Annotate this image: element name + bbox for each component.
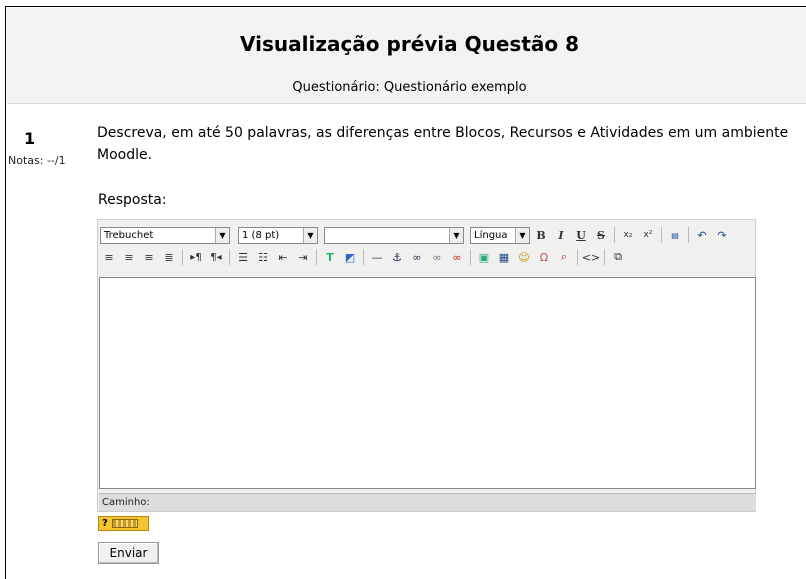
- language-value: Língua: [474, 229, 508, 241]
- editor-toolbar-row-2: ≡ ≡ ≡ ≣ ▸¶ ¶◂ ☰ ☷ ⇤ ⇥ T ◩ — ⚓ ∞ ∞ ∞ ▣ ▦ …: [100, 247, 627, 267]
- toolbar-separator: [604, 249, 605, 265]
- paste-word-icon[interactable]: ▤: [666, 226, 684, 244]
- chevron-down-icon: ▼: [303, 227, 317, 243]
- editor-toolbar-row-1: Trebuchet ▼ 1 (8 pt) ▼ ▼ Língua ▼ B I U …: [100, 225, 731, 245]
- nolink-icon[interactable]: ∞: [448, 248, 466, 266]
- font-family-select[interactable]: Trebuchet ▼: [100, 226, 230, 244]
- background-color-icon[interactable]: ◩: [341, 248, 359, 266]
- redo-icon[interactable]: ↷: [713, 226, 731, 244]
- subscript-icon[interactable]: x₂: [619, 226, 637, 244]
- image-icon[interactable]: ▣: [475, 248, 493, 266]
- question-number: 1: [24, 129, 36, 148]
- toolbar-separator: [688, 227, 689, 243]
- preview-header: Visualização prévia Questão 8 Questionár…: [7, 8, 806, 104]
- italic-icon[interactable]: I: [552, 226, 570, 244]
- chevron-down-icon: ▼: [215, 227, 229, 243]
- align-justify-icon[interactable]: ≣: [160, 248, 178, 266]
- search-replace-icon[interactable]: ⌕: [555, 248, 573, 266]
- question-text: Descreva, em até 50 palavras, as diferen…: [97, 125, 789, 163]
- chevron-down-icon: ▼: [515, 227, 529, 243]
- align-left-icon[interactable]: ≡: [100, 248, 118, 266]
- outdent-icon[interactable]: ⇤: [274, 248, 292, 266]
- page-title: Visualização prévia Questão 8: [239, 32, 579, 56]
- link-icon[interactable]: ∞: [408, 248, 426, 266]
- chevron-down-icon: ▼: [449, 227, 463, 243]
- ordered-list-icon[interactable]: ☰: [234, 248, 252, 266]
- quiz-subtitle: Questionário: Questionário exemplo: [292, 80, 527, 95]
- anchor-icon[interactable]: ⚓: [388, 248, 406, 266]
- unlink-icon[interactable]: ∞: [428, 248, 446, 266]
- language-select[interactable]: Língua ▼: [470, 226, 530, 244]
- style-select[interactable]: ▼: [324, 226, 464, 244]
- undo-icon[interactable]: ↶: [693, 226, 711, 244]
- answer-text-area[interactable]: [99, 277, 756, 489]
- bold-icon[interactable]: B: [532, 226, 550, 244]
- font-family-value: Trebuchet: [104, 229, 154, 241]
- rtl-icon[interactable]: ¶◂: [207, 248, 225, 266]
- fullscreen-icon[interactable]: ⧉: [609, 248, 627, 266]
- submit-button[interactable]: Enviar: [98, 542, 159, 564]
- indent-icon[interactable]: ⇥: [294, 248, 312, 266]
- text-color-icon[interactable]: T: [321, 248, 339, 266]
- align-right-icon[interactable]: ≡: [140, 248, 158, 266]
- ltr-icon[interactable]: ▸¶: [187, 248, 205, 266]
- help-icon: ?: [102, 518, 108, 529]
- underline-icon[interactable]: U: [572, 226, 590, 244]
- align-center-icon[interactable]: ≡: [120, 248, 138, 266]
- toolbar-separator: [661, 227, 662, 243]
- strikethrough-icon[interactable]: S: [592, 226, 610, 244]
- toolbar-separator: [614, 227, 615, 243]
- html-source-icon[interactable]: <>: [582, 248, 600, 266]
- toolbar-separator: [182, 249, 183, 265]
- unordered-list-icon[interactable]: ☷: [254, 248, 272, 266]
- superscript-icon[interactable]: x²: [639, 226, 657, 244]
- toolbar-separator: [577, 249, 578, 265]
- question-marks: Notas: --/1: [8, 154, 66, 167]
- html-editor: Trebuchet ▼ 1 (8 pt) ▼ ▼ Língua ▼ B I U …: [97, 219, 756, 512]
- table-icon[interactable]: ▦: [495, 248, 513, 266]
- keyboard-help-button[interactable]: ?: [98, 516, 149, 531]
- toolbar-separator: [363, 249, 364, 265]
- editor-path-bar: Caminho:: [99, 493, 756, 511]
- font-size-select[interactable]: 1 (8 pt) ▼: [238, 226, 318, 244]
- answer-label: Resposta:: [98, 192, 167, 208]
- toolbar-separator: [470, 249, 471, 265]
- keyboard-icon: [111, 519, 138, 528]
- toolbar-separator: [316, 249, 317, 265]
- horizontal-rule-icon[interactable]: —: [368, 248, 386, 266]
- toolbar-separator: [229, 249, 230, 265]
- special-char-icon[interactable]: Ω: [535, 248, 553, 266]
- smiley-icon[interactable]: ☺: [515, 248, 533, 266]
- font-size-value: 1 (8 pt): [242, 229, 280, 241]
